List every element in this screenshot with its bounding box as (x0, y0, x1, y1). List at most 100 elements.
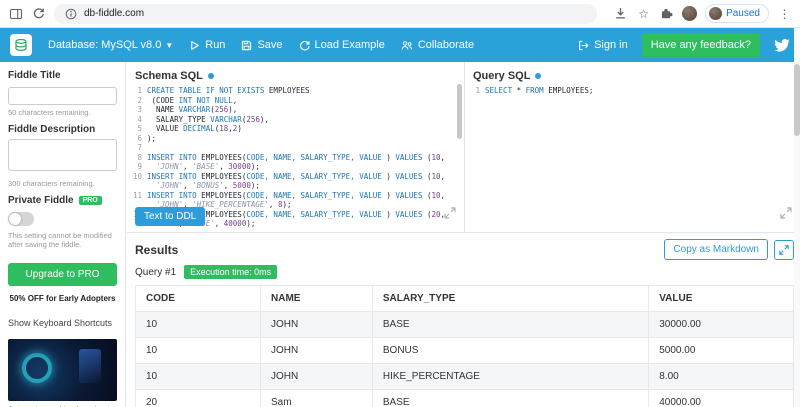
code-line: 1 CREATE TABLE IF NOT EXISTS EMPLOYEES (131, 86, 454, 96)
copy-as-markdown-button[interactable]: Copy as Markdown (664, 239, 768, 260)
code-line: 4 SALARY_TYPE VARCHAR(256), (131, 115, 454, 125)
feedback-button[interactable]: Have any feedback? (641, 33, 760, 57)
editor-area: Schema SQL 1 CREATE TABLE IF NOT EXISTS E… (127, 62, 800, 232)
collaborate-button[interactable]: Collaborate (401, 39, 474, 51)
unsaved-indicator-dot (535, 73, 542, 79)
table-cell: JOHN (260, 311, 373, 338)
url-text: db-fiddle.com (84, 8, 145, 19)
sign-in-button[interactable]: Sign in (578, 39, 628, 51)
page-scrollbar (794, 28, 800, 407)
line-number: 9 (137, 162, 142, 171)
table-row: 20 Sam BASE 40000.00 (134, 389, 794, 407)
code-line: 11 INSERT INTO EMPLOYEES(CODE, NAME, SALA… (132, 190, 446, 200)
load-example-icon (299, 40, 310, 50)
line-number: 10 (132, 171, 142, 181)
profile-avatar[interactable] (682, 6, 698, 21)
schema-title: Schema SQL (135, 70, 203, 82)
table-cell: JOHN (260, 337, 373, 364)
query-code-editor[interactable]: 1 SELECT * FROM EMPLOYEES; (469, 86, 790, 232)
collaborate-label: Collaborate (417, 39, 475, 51)
sync-paused-button[interactable]: Paused (705, 4, 769, 23)
text-to-ddl-button[interactable]: Text to DDL (135, 207, 206, 226)
table-row: 10 JOHN BASE 30000.00 (134, 311, 794, 338)
schema-panel: Schema SQL 1 CREATE TABLE IF NOT EXISTS E… (127, 62, 465, 232)
table-row: 10 JOHN BONUS 5000.00 (134, 337, 794, 364)
database-selector-label: Database: MySQL v8.0 (48, 39, 162, 51)
sign-in-label: Sign in (594, 39, 628, 51)
sign-in-icon (579, 40, 589, 50)
table-cell: Sam (260, 389, 373, 407)
expand-query-panel-icon[interactable] (780, 206, 792, 224)
code-line: 1 SELECT * FROM EMPLOYEES; (469, 86, 790, 96)
load-example-button[interactable]: Load Example (299, 39, 385, 51)
private-fiddle-note: This setting cannot be modified after sa… (8, 230, 112, 250)
db-fiddle-logo[interactable] (10, 34, 32, 56)
database-selector[interactable]: Database: MySQL v8.0 ▼ (48, 39, 173, 51)
line-number: 6 (137, 133, 142, 143)
line-number: 7 (137, 143, 142, 152)
bookmark-star-icon[interactable]: ☆ (636, 6, 651, 21)
toggle-knob (9, 212, 21, 225)
table-cell: 30000.00 (648, 311, 794, 338)
site-info-icon[interactable] (63, 6, 78, 21)
column-header-code: CODE (134, 285, 262, 312)
reload-icon[interactable] (31, 6, 46, 21)
database-logo-icon (15, 38, 27, 52)
line-number (131, 181, 147, 191)
save-icon (242, 40, 252, 50)
schema-panel-header: Schema SQL (127, 62, 464, 84)
pro-offer-text: 50% OFF for Early Adopters (9, 294, 116, 303)
extensions-puzzle-icon[interactable] (659, 6, 674, 21)
query-title: Query SQL (473, 70, 531, 82)
ad-graphic-panel (79, 349, 101, 383)
results-table: CODE NAME SALARY_TYPE VALUE 10 JOHN BASE 30000… (134, 285, 794, 407)
fiddle-title-input[interactable] (8, 86, 117, 105)
address-bar[interactable]: db-fiddle.com (54, 3, 598, 24)
paused-label: Paused (726, 8, 760, 19)
line-number: 1 (137, 86, 142, 95)
line-number: 11 (132, 190, 142, 200)
private-fiddle-toggle[interactable] (8, 211, 34, 226)
code-line: 10 INSERT INTO EMPLOYEES(CODE, NAME, SALA… (132, 171, 446, 181)
sidebar: Fiddle Title 50 characters remaining. Fi… (0, 62, 126, 407)
description-characters-hint: 300 characters remaining. (8, 178, 95, 188)
fiddle-description-label: Fiddle Description (8, 123, 96, 135)
side-panel-icon[interactable] (8, 6, 23, 21)
run-button[interactable]: Run (189, 39, 225, 51)
profile-avatar-small (709, 7, 723, 20)
table-cell: 8.00 (648, 363, 794, 390)
execution-time-badge: Execution time: 0ms (184, 265, 278, 279)
column-header-name: NAME (260, 285, 373, 312)
code-line: 6); (131, 134, 454, 144)
private-fiddle-label: Private Fiddle (8, 194, 74, 206)
editor-scrollbar-thumb[interactable] (457, 84, 462, 139)
column-header-salary_type: SALARY_TYPE (371, 285, 650, 312)
expand-results-button[interactable] (774, 239, 794, 260)
browser-menu-icon[interactable]: ⋮ (777, 6, 792, 21)
line-number: 1 (475, 86, 480, 95)
upgrade-to-pro-button[interactable]: Upgrade to PRO (8, 263, 117, 286)
line-number: 4 (137, 114, 142, 124)
code-line: 'JOHN', 'BONUS', 5000); (131, 181, 454, 191)
pro-badge: PRO (78, 195, 102, 205)
results-title: Results (135, 242, 179, 257)
carbon-ad-image[interactable] (8, 339, 117, 401)
page-scrollbar-thumb[interactable] (794, 64, 800, 136)
table-cell: 40000.00 (648, 389, 794, 407)
table-cell: 10 (134, 363, 262, 390)
table-cell: JOHN (260, 363, 373, 390)
app-header: Database: MySQL v8.0 ▼ Run Save Load Exa… (0, 28, 800, 62)
results-section: Results Copy as Markdown Query #1 Execut… (127, 232, 800, 407)
expand-schema-panel-icon[interactable] (444, 206, 456, 224)
table-cell: BASE (371, 389, 650, 407)
play-icon (191, 40, 199, 50)
table-cell: 5000.00 (648, 337, 794, 364)
save-button[interactable]: Save (241, 39, 283, 51)
twitter-icon[interactable] (774, 38, 790, 52)
fiddle-description-input[interactable] (8, 138, 117, 171)
code-line: 2 (CODE INT NOT NULL, (131, 96, 454, 106)
show-keyboard-shortcuts-link[interactable]: Show Keyboard Shortcuts (8, 318, 117, 328)
download-icon[interactable] (613, 6, 628, 21)
browser-toolbar: db-fiddle.com ☆ Paused ⋮ (0, 0, 800, 28)
table-cell: BONUS (371, 337, 650, 364)
